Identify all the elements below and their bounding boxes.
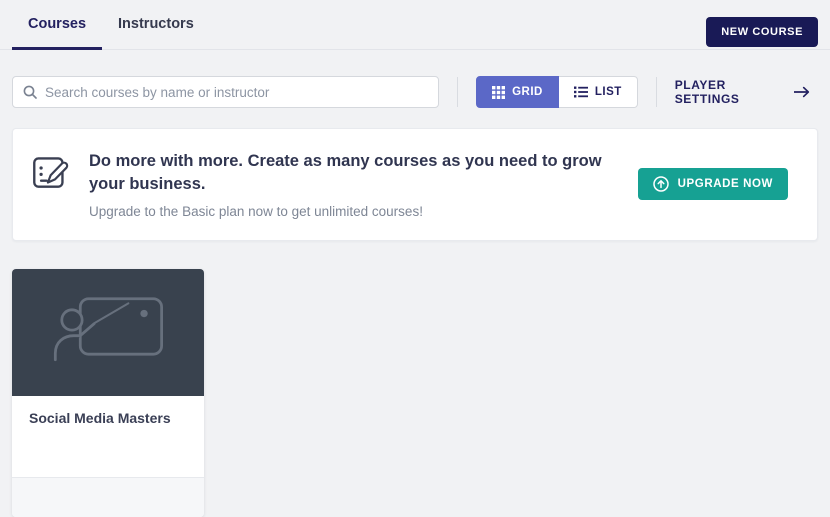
presenter-board-icon	[47, 289, 169, 375]
toolbar-divider	[656, 77, 657, 107]
list-view-label: LIST	[595, 86, 622, 98]
arrow-right-icon	[794, 86, 810, 98]
course-card-body: Social Media Masters	[12, 396, 204, 477]
grid-view-button[interactable]: GRID	[476, 76, 559, 108]
course-title: Social Media Masters	[29, 410, 187, 426]
note-pencil-icon	[32, 153, 72, 193]
banner-text-block: Do more with more. Create as many course…	[89, 150, 638, 219]
tab-instructors-label: Instructors	[118, 16, 194, 32]
course-card-footer	[12, 477, 204, 517]
course-grid: Social Media Masters	[12, 269, 818, 517]
list-icon	[574, 86, 588, 98]
toolbar: GRID LIST PLAYER SETTINGS	[12, 76, 818, 108]
upgrade-now-button[interactable]: UPGRADE NOW	[638, 168, 788, 200]
grid-icon	[492, 86, 505, 99]
upgrade-banner: Do more with more. Create as many course…	[12, 128, 818, 241]
tab-courses-label: Courses	[28, 16, 86, 32]
tab-courses[interactable]: Courses	[12, 0, 102, 50]
circle-arrow-up-icon	[653, 176, 669, 192]
player-settings-label: PLAYER SETTINGS	[675, 78, 786, 106]
new-course-button[interactable]: NEW COURSE	[706, 17, 818, 47]
tab-bar: Courses Instructors NEW COURSE	[0, 0, 830, 50]
list-view-button[interactable]: LIST	[559, 76, 638, 108]
course-thumbnail	[12, 269, 204, 396]
upgrade-now-label: UPGRADE NOW	[678, 178, 773, 190]
search-box[interactable]	[12, 76, 439, 108]
grid-view-label: GRID	[512, 86, 543, 98]
search-icon	[23, 85, 37, 99]
search-input[interactable]	[45, 85, 428, 100]
view-mode-toggle: GRID LIST	[476, 76, 638, 108]
course-card[interactable]: Social Media Masters	[12, 269, 204, 517]
tab-instructors[interactable]: Instructors	[102, 0, 210, 50]
banner-heading: Do more with more. Create as many course…	[89, 150, 609, 197]
player-settings-link[interactable]: PLAYER SETTINGS	[675, 78, 810, 106]
banner-subtext: Upgrade to the Basic plan now to get unl…	[89, 204, 638, 219]
toolbar-divider	[457, 77, 458, 107]
